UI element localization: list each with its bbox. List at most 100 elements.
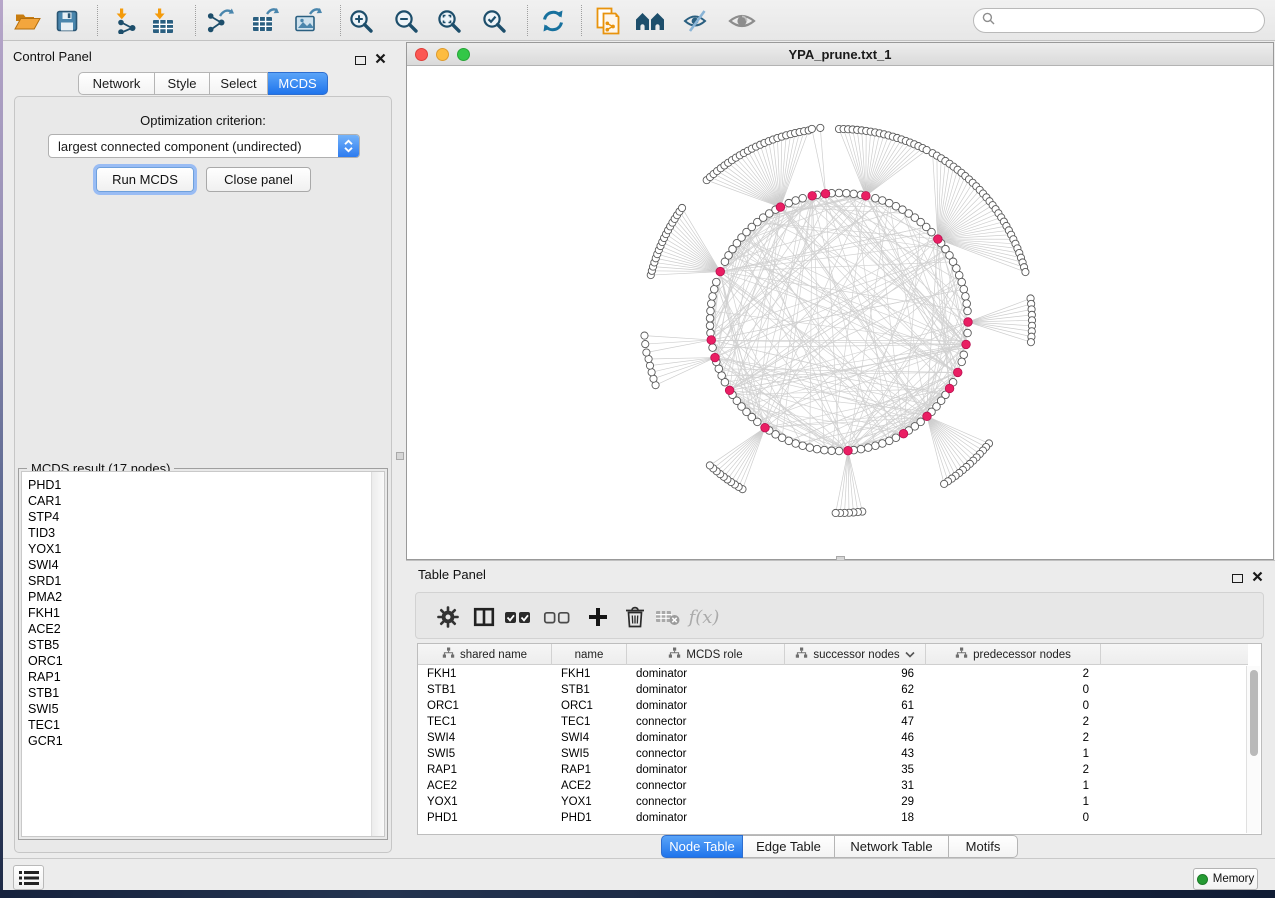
column-header-MCDS-role[interactable]: MCDS role xyxy=(627,644,785,665)
run-mcds-button[interactable]: Run MCDS xyxy=(96,167,194,192)
first-neighbors-icon[interactable] xyxy=(634,7,666,35)
mcds-result-item[interactable]: GCR1 xyxy=(22,733,384,749)
table-cell[interactable]: 0 xyxy=(926,698,1101,714)
export-network-icon[interactable] xyxy=(204,7,236,35)
table-row[interactable]: YOX1YOX1connector291 xyxy=(418,794,1101,810)
close-panel-icon[interactable] xyxy=(375,51,386,69)
tab-mcds[interactable]: MCDS xyxy=(268,72,328,95)
table-cell[interactable]: ACE2 xyxy=(552,778,627,794)
export-image-icon[interactable] xyxy=(292,7,324,35)
table-cell[interactable]: TEC1 xyxy=(418,714,552,730)
table-cell[interactable]: 1 xyxy=(926,778,1101,794)
mcds-list-scrollbar[interactable] xyxy=(371,472,384,836)
network-window-titlebar[interactable]: YPA_prune.txt_1 xyxy=(407,43,1273,66)
vertical-splitter-grip[interactable] xyxy=(396,452,404,460)
table-settings-icon[interactable] xyxy=(432,603,464,631)
mcds-result-item[interactable]: TID3 xyxy=(22,525,384,541)
table-cell[interactable]: ORC1 xyxy=(418,698,552,714)
show-all-icon[interactable] xyxy=(726,7,758,35)
table-cell[interactable]: FKH1 xyxy=(418,666,552,682)
table-cell[interactable]: RAP1 xyxy=(552,762,627,778)
table-cell[interactable]: SWI5 xyxy=(418,746,552,762)
table-cell[interactable]: 18 xyxy=(785,810,926,826)
tab-edge-table[interactable]: Edge Table xyxy=(743,835,835,858)
mcds-result-item[interactable]: ORC1 xyxy=(22,653,384,669)
table-cell[interactable]: 61 xyxy=(785,698,926,714)
table-scrollbar[interactable] xyxy=(1246,666,1260,833)
table-cell[interactable]: 2 xyxy=(926,714,1101,730)
table-row[interactable]: STB1STB1dominator620 xyxy=(418,682,1101,698)
hide-selected-icon[interactable] xyxy=(680,7,712,35)
search-input[interactable] xyxy=(1000,11,1264,31)
close-table-panel-icon[interactable] xyxy=(1252,569,1263,587)
table-cell[interactable]: dominator xyxy=(627,682,785,698)
mcds-result-item[interactable]: TEC1 xyxy=(22,717,384,733)
float-panel-icon[interactable] xyxy=(355,56,366,65)
table-cell[interactable]: PHD1 xyxy=(418,810,552,826)
node-table[interactable]: shared namenameMCDS rolesuccessor nodesp… xyxy=(417,643,1262,835)
table-cell[interactable]: SWI4 xyxy=(552,730,627,746)
table-cell[interactable]: dominator xyxy=(627,762,785,778)
delete-column-icon[interactable] xyxy=(619,603,651,631)
table-cell[interactable]: STB1 xyxy=(418,682,552,698)
import-network-icon[interactable] xyxy=(110,7,142,35)
close-panel-button[interactable]: Close panel xyxy=(206,167,311,192)
export-table-icon[interactable] xyxy=(249,7,281,35)
table-cell[interactable]: 0 xyxy=(926,810,1101,826)
table-cell[interactable]: 47 xyxy=(785,714,926,730)
mcds-result-item[interactable]: YOX1 xyxy=(22,541,384,557)
mcds-result-item[interactable]: STB5 xyxy=(22,637,384,653)
table-cell[interactable]: PHD1 xyxy=(552,810,627,826)
table-cell[interactable]: 43 xyxy=(785,746,926,762)
table-cell[interactable]: STB1 xyxy=(552,682,627,698)
zoom-fit-icon[interactable] xyxy=(433,7,465,35)
table-cell[interactable]: ACE2 xyxy=(418,778,552,794)
table-cell[interactable]: 46 xyxy=(785,730,926,746)
column-header-shared-name[interactable]: shared name xyxy=(418,644,552,665)
table-cell[interactable]: TEC1 xyxy=(552,714,627,730)
table-row[interactable]: TEC1TEC1connector472 xyxy=(418,714,1101,730)
zoom-out-icon[interactable] xyxy=(390,7,422,35)
table-row[interactable]: RAP1RAP1dominator352 xyxy=(418,762,1101,778)
tab-network-table[interactable]: Network Table xyxy=(835,835,949,858)
table-cell[interactable]: 1 xyxy=(926,746,1101,762)
column-header-successor-nodes[interactable]: successor nodes xyxy=(785,644,926,665)
float-table-panel-icon[interactable] xyxy=(1232,574,1243,583)
table-cell[interactable]: dominator xyxy=(627,666,785,682)
function-builder-icon[interactable]: f(x) xyxy=(688,603,720,631)
table-cell[interactable]: dominator xyxy=(627,698,785,714)
import-table-icon[interactable] xyxy=(146,7,178,35)
table-cell[interactable]: YOX1 xyxy=(552,794,627,810)
memory-button[interactable]: Memory xyxy=(1193,868,1258,890)
table-cell[interactable]: connector xyxy=(627,714,785,730)
table-cell[interactable]: ORC1 xyxy=(552,698,627,714)
mcds-result-item[interactable]: SRD1 xyxy=(22,573,384,589)
open-session-icon[interactable] xyxy=(11,7,43,35)
table-row[interactable]: ORC1ORC1dominator610 xyxy=(418,698,1101,714)
tab-network[interactable]: Network xyxy=(78,72,155,95)
mcds-result-item[interactable]: SWI5 xyxy=(22,701,384,717)
table-cell[interactable]: RAP1 xyxy=(418,762,552,778)
table-cell[interactable]: 2 xyxy=(926,666,1101,682)
table-cell[interactable]: connector xyxy=(627,778,785,794)
mcds-result-item[interactable]: RAP1 xyxy=(22,669,384,685)
create-column-icon[interactable] xyxy=(582,603,614,631)
tab-node-table[interactable]: Node Table xyxy=(661,835,743,858)
table-cell[interactable]: 96 xyxy=(785,666,926,682)
mcds-result-item[interactable]: STB1 xyxy=(22,685,384,701)
table-cell[interactable]: 1 xyxy=(926,794,1101,810)
mcds-result-item[interactable]: PMA2 xyxy=(22,589,384,605)
table-cell[interactable]: 31 xyxy=(785,778,926,794)
mcds-result-item[interactable]: ACE2 xyxy=(22,621,384,637)
delete-table-icon[interactable] xyxy=(652,603,684,631)
table-cell[interactable]: connector xyxy=(627,746,785,762)
tab-motifs[interactable]: Motifs xyxy=(949,835,1018,858)
mcds-result-list[interactable]: PHD1CAR1STP4TID3YOX1SWI4SRD1PMA2FKH1ACE2… xyxy=(21,471,385,837)
table-cell[interactable]: dominator xyxy=(627,730,785,746)
table-row[interactable]: ACE2ACE2connector311 xyxy=(418,778,1101,794)
mcds-result-item[interactable]: PHD1 xyxy=(22,477,384,493)
new-network-from-selection-icon[interactable] xyxy=(592,7,624,35)
table-row[interactable]: PHD1PHD1dominator180 xyxy=(418,810,1101,826)
mcds-result-item[interactable]: SWI4 xyxy=(22,557,384,573)
table-cell[interactable]: 62 xyxy=(785,682,926,698)
